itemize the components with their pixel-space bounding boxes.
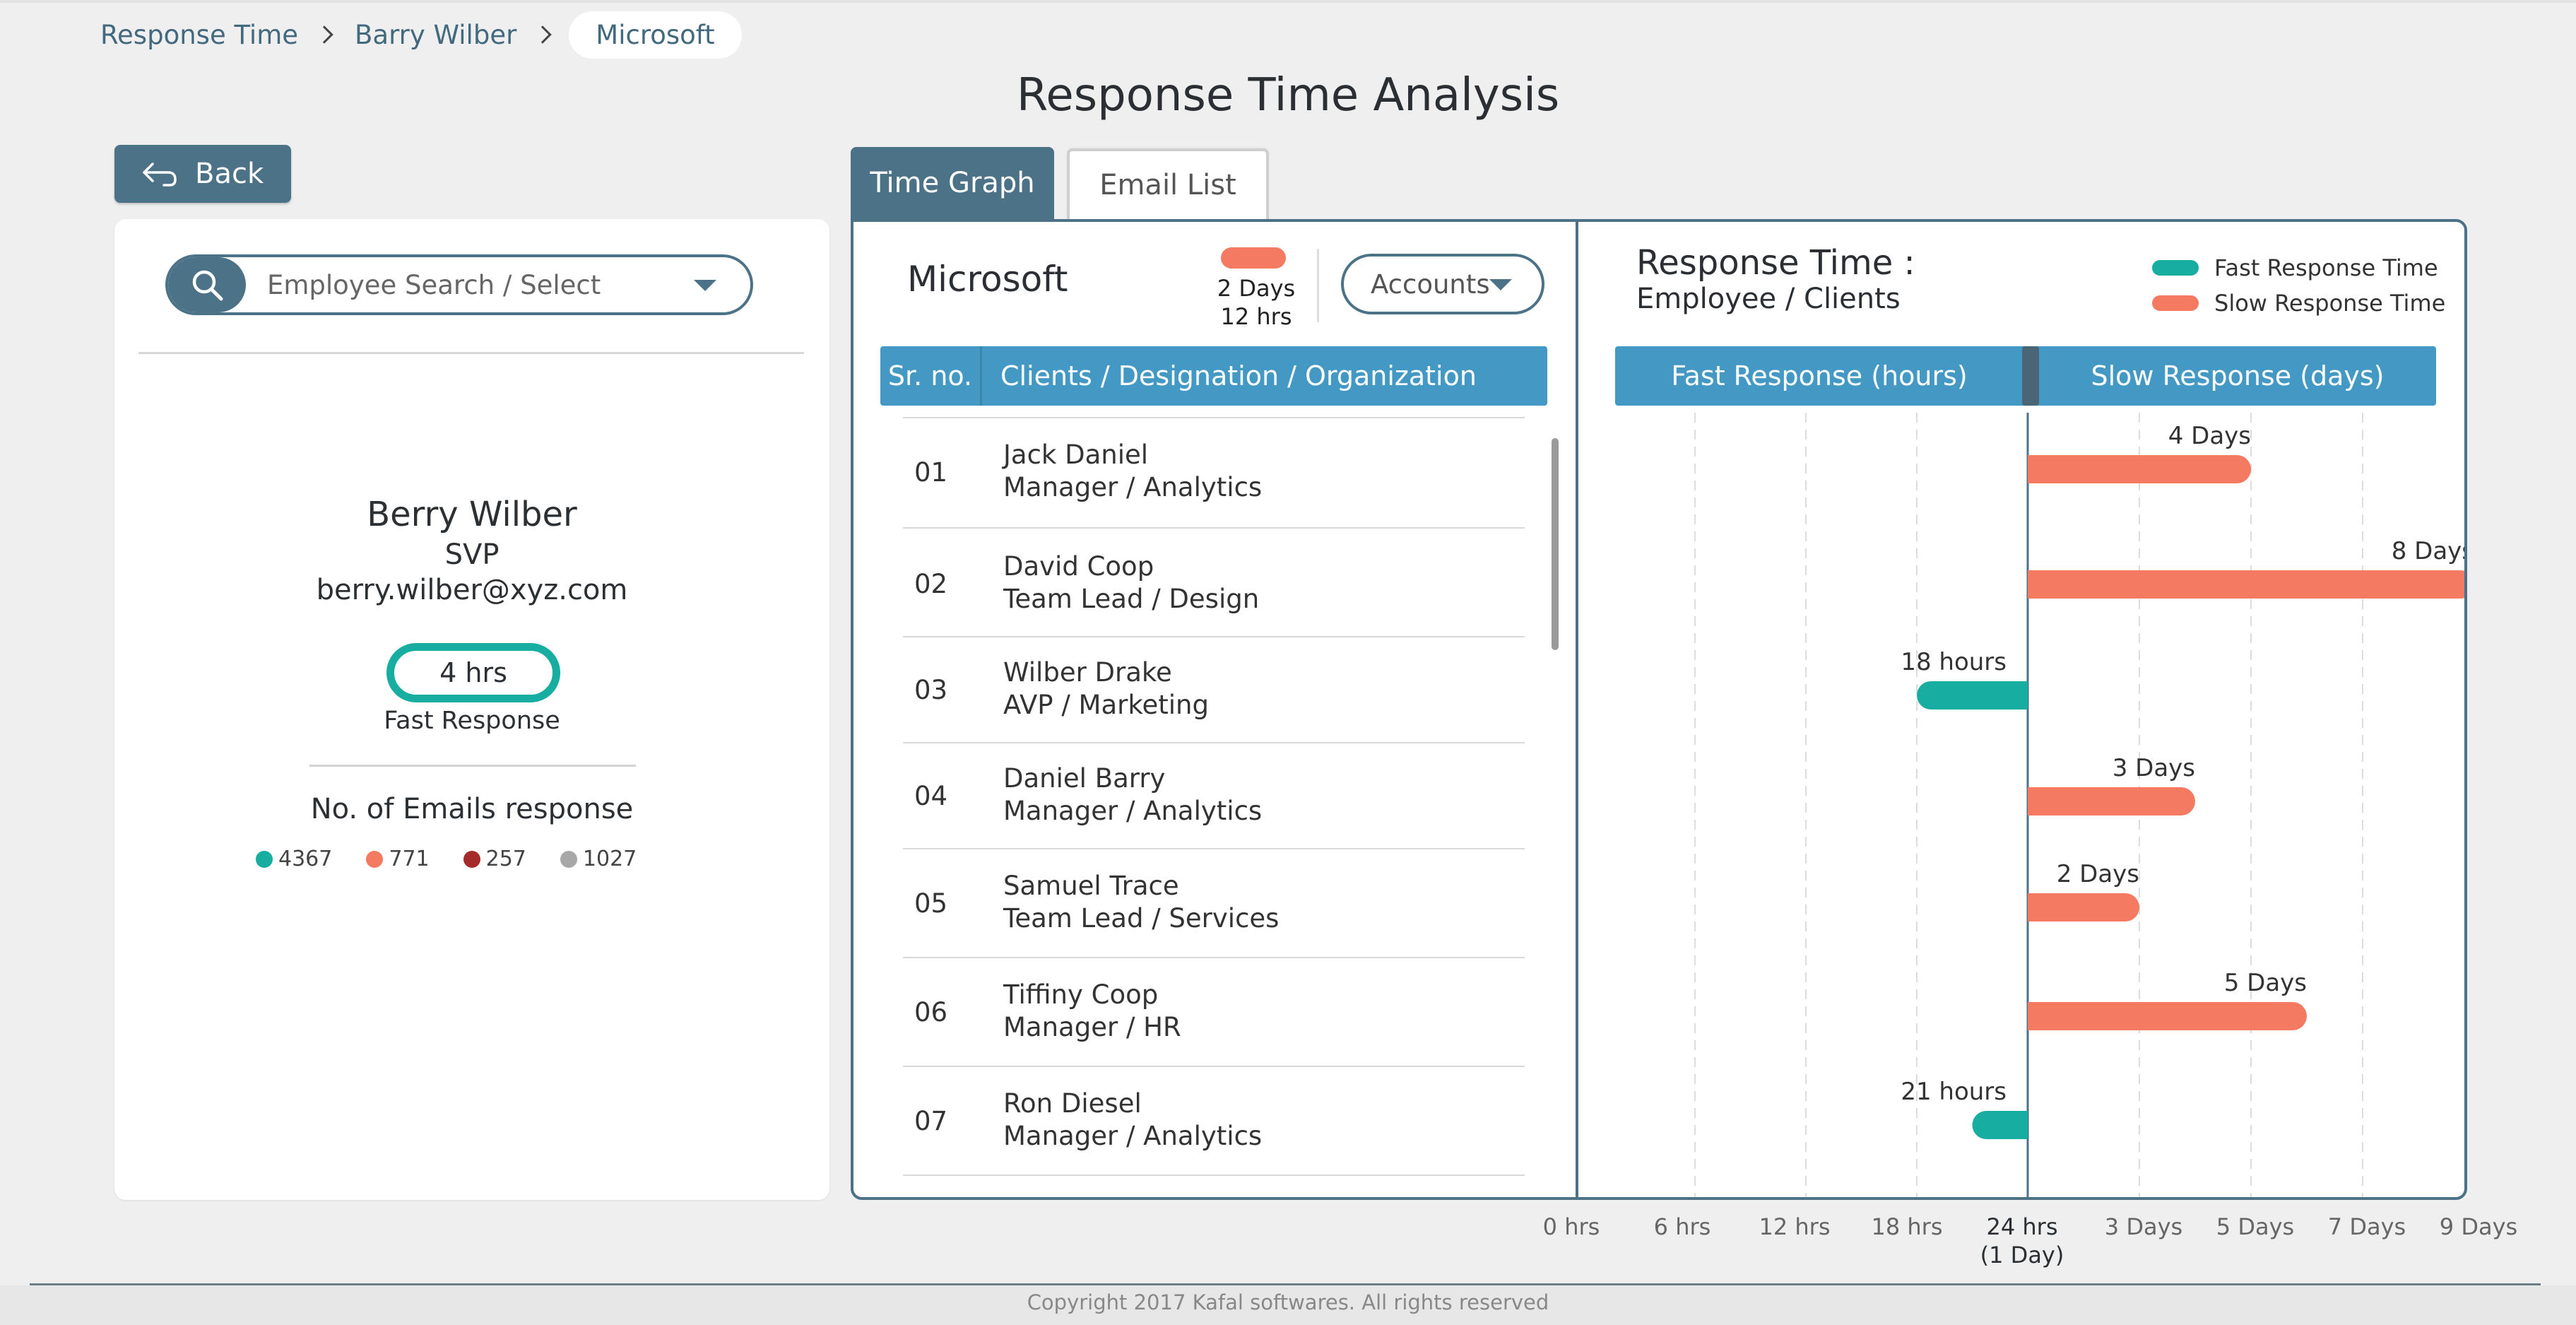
x-tick-label: 24 hrs (1 Day) — [1966, 1213, 2079, 1269]
profile-title: SVP — [444, 538, 500, 571]
x-tick-label: 9 Days — [2422, 1213, 2535, 1241]
count-value: 1027 — [582, 847, 637, 871]
x-tick-text: 5 Days — [2216, 1213, 2295, 1240]
profile-email: berry.wilber@xyz.com — [316, 574, 628, 606]
x-tick-label: 0 hrs — [1515, 1213, 1628, 1241]
breadcrumb: Response Time Barry Wilber Microsoft — [100, 10, 742, 59]
bar-fast-end — [2014, 681, 2028, 709]
count-item: 771 — [366, 847, 430, 871]
x-tick-label: 5 Days — [2199, 1213, 2312, 1241]
dot-icon — [463, 851, 480, 868]
x-tick-text: 18 hrs — [1871, 1213, 1943, 1240]
chevron-right-icon — [315, 25, 333, 44]
count-item: 4367 — [256, 847, 332, 871]
divider — [138, 352, 804, 354]
x-tick-text: 24 hrs — [1986, 1213, 2058, 1240]
x-tick-text: 6 hrs — [1653, 1213, 1711, 1240]
bar-slow-end — [2028, 455, 2042, 483]
bar-label: 18 hours — [1901, 648, 2007, 676]
bar-slow[interactable] — [2028, 1002, 2307, 1030]
x-tick-label: 7 Days — [2310, 1213, 2423, 1241]
count-value: 4367 — [278, 847, 333, 871]
email-counts: 4367 771 257 1027 — [256, 847, 637, 871]
employee-search-input[interactable] — [267, 257, 663, 312]
emails-heading: No. of Emails response — [310, 793, 634, 825]
x-tick-label: 12 hrs — [1738, 1213, 1851, 1241]
back-arrow-icon — [143, 163, 177, 187]
response-time-chart: 4 Days 8 Days 18 hours 3 Days 2 Days 5 Days 21… — [1694, 413, 2464, 1197]
bar-label: 2 Days — [2057, 860, 2139, 888]
breadcrumb-item-barry-wilber[interactable]: Barry Wilber — [355, 20, 516, 50]
bar-slow[interactable] — [2028, 570, 2464, 599]
employee-panel: Berry Wilber SVP berry.wilber@xyz.com 4 … — [114, 219, 829, 1200]
breadcrumb-item-response-time[interactable]: Response Time — [100, 20, 298, 50]
count-value: 257 — [485, 847, 526, 871]
x-tick-label: 6 hrs — [1626, 1213, 1739, 1241]
chevron-down-icon[interactable] — [694, 280, 716, 291]
bar-slow-end — [2028, 787, 2042, 815]
tab-time-graph[interactable]: Time Graph — [851, 147, 1054, 219]
divider — [309, 765, 636, 767]
avg-response-label: Fast Response — [384, 707, 560, 735]
count-value: 771 — [389, 847, 430, 871]
bar-label: 8 Days — [2392, 537, 2464, 565]
employee-search[interactable] — [165, 254, 753, 315]
dot-icon — [256, 851, 273, 868]
profile-name: Berry Wilber — [367, 495, 577, 534]
count-item: 1027 — [560, 847, 637, 871]
x-tick-text: 3 Days — [2104, 1213, 2183, 1240]
bar-label: 21 hours — [1901, 1078, 2007, 1106]
bar-slow[interactable] — [2028, 893, 2139, 921]
x-tick-label: 18 hrs — [1850, 1213, 1963, 1241]
bar-fast[interactable] — [1917, 681, 2028, 709]
x-tick-text: 12 hrs — [1759, 1213, 1831, 1240]
back-button[interactable]: Back — [114, 145, 291, 203]
bar-label: 3 Days — [2113, 754, 2195, 782]
x-tick-text: 7 Days — [2327, 1213, 2406, 1240]
bar-slow-end — [2028, 893, 2042, 921]
bar-slow-end — [2028, 570, 2042, 599]
tab-email-list[interactable]: Email List — [1067, 148, 1269, 219]
search-icon[interactable] — [168, 257, 246, 312]
dot-icon — [560, 851, 577, 868]
bar-fast-end — [2014, 1111, 2028, 1139]
bar-slow-end — [2028, 1002, 2042, 1030]
bar-label: 4 Days — [2168, 422, 2251, 450]
breadcrumb-current: Microsoft — [569, 11, 742, 59]
chevron-right-icon — [533, 25, 553, 44]
x-tick-label: 3 Days — [2087, 1213, 2200, 1241]
count-item: 257 — [463, 847, 526, 871]
top-border — [0, 0, 2576, 3]
dot-icon — [366, 851, 384, 868]
time-graph-panel: Microsoft 2 Days 12 hrs Accounts Sr. no. … — [851, 219, 2467, 1200]
x-tick-subtext: (1 Day) — [1980, 1242, 2064, 1268]
x-tick-text: 0 hrs — [1542, 1213, 1600, 1240]
copyright: Copyright 2017 Kafal softwares. All righ… — [1027, 1290, 1549, 1314]
bar-label: 5 Days — [2224, 969, 2307, 997]
x-tick-text: 9 Days — [2439, 1213, 2518, 1240]
bar-slow[interactable] — [2028, 787, 2195, 815]
bar-slow[interactable] — [2028, 455, 2251, 483]
avg-response-badge: 4 hrs — [386, 643, 560, 702]
page-title: Response Time Analysis — [1016, 69, 1560, 122]
back-label: Back — [195, 158, 264, 190]
